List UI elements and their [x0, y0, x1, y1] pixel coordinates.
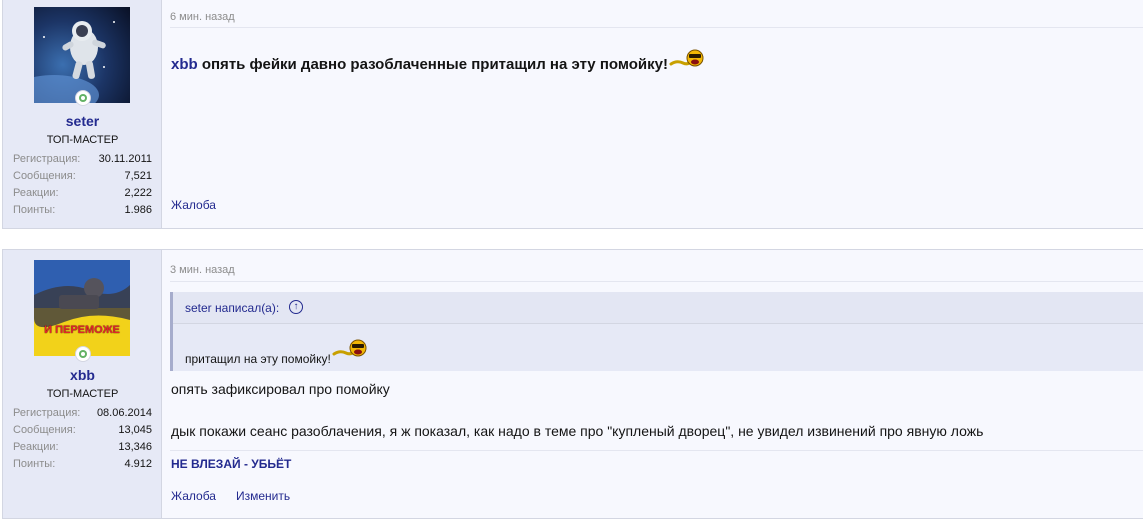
stat-label: Реакции: [13, 441, 59, 453]
stat-value: 1.986 [124, 204, 152, 216]
message-line: опять зафиксировал про помойку [171, 381, 390, 397]
arrow-up-circle-icon[interactable]: ↑ [289, 300, 303, 314]
stat-label: Поинты: [13, 458, 56, 470]
stat-messages: Сообщения: 7,521 [13, 168, 152, 184]
stat-value: 30.11.2011 [98, 153, 152, 165]
post-date[interactable]: 3 мин. назад [170, 264, 235, 276]
user-title: ТОП-МАСТЕР [46, 388, 119, 400]
message-text: опять фейки давно разоблаченные притащил… [197, 56, 668, 73]
stat-label: Регистрация: [13, 407, 81, 419]
quote-text: притащил на эту помойку! [185, 339, 368, 366]
stat-value: 08.06.2014 [96, 407, 152, 419]
stat-value[interactable]: 13,045 [118, 422, 152, 438]
edit-link[interactable]: Изменить [236, 489, 290, 503]
stat-label: Сообщения: [13, 170, 76, 182]
post-header-divider [170, 281, 1143, 282]
stat-label: Сообщения: [13, 424, 76, 436]
flag-avatar-image [34, 260, 130, 356]
quote-author-link[interactable]: seter написал(а): [185, 301, 279, 315]
laughing-smiley-icon [669, 49, 705, 71]
user-info-panel: И ПЕРЕМОЖЕ xbb ТОП-МАСТЕР Регистрация: 0… [3, 250, 162, 518]
stat-reactions: Реакции: 13,346 [13, 439, 152, 455]
stat-reactions: Реакции: 2,222 [13, 185, 152, 201]
online-status-icon [75, 90, 91, 106]
avatar-seter[interactable] [34, 7, 130, 103]
report-link[interactable]: Жалоба [171, 489, 216, 503]
stat-registration: Регистрация: 08.06.2014 [13, 405, 152, 421]
stat-value[interactable]: 7,521 [124, 168, 152, 184]
laughing-smiley-icon [332, 339, 368, 361]
stat-label: Регистрация: [13, 153, 81, 165]
stat-value: 2,222 [124, 187, 152, 199]
user-mention[interactable]: xbb [171, 56, 198, 73]
stat-value: 13,346 [118, 441, 152, 453]
stat-value: 4.912 [124, 458, 152, 470]
user-title: ТОП-МАСТЕР [46, 134, 119, 146]
post-header-divider [170, 27, 1143, 28]
post-message: xbb опять фейки давно разоблаченные прит… [171, 49, 705, 73]
username[interactable]: xbb [3, 367, 162, 383]
user-info-panel: seter ТОП-МАСТЕР Регистрация: 30.11.2011… [3, 0, 162, 228]
quote-block: seter написал(а): ↑ притащил на эту помо… [170, 292, 1143, 371]
stat-registration: Регистрация: 30.11.2011 [13, 151, 152, 167]
report-link[interactable]: Жалоба [171, 198, 216, 212]
user-signature: НЕ ВЛЕЗАЙ - УБЬЁТ [171, 457, 292, 471]
online-status-icon [75, 346, 91, 362]
quote-text-content: притащил на эту помойку! [185, 352, 331, 366]
stat-label: Реакции: [13, 187, 59, 199]
stat-label: Поинты: [13, 204, 56, 216]
avatar-xbb[interactable]: И ПЕРЕМОЖЕ [34, 260, 130, 356]
quote-header: seter написал(а): ↑ [173, 292, 1143, 324]
stat-points: Поинты: 4.912 [13, 456, 152, 472]
username[interactable]: seter [3, 113, 162, 129]
message-line: дык покажи сеанс разоблачения, я ж показ… [171, 423, 984, 439]
avatar-caption: И ПЕРЕМОЖЕ [44, 324, 120, 336]
post-seter: seter ТОП-МАСТЕР Регистрация: 30.11.2011… [2, 0, 1143, 229]
stat-messages: Сообщения: 13,045 [13, 422, 152, 438]
post-date[interactable]: 6 мин. назад [170, 11, 235, 23]
astronaut-avatar-image [34, 7, 130, 103]
stat-points: Поинты: 1.986 [13, 202, 152, 218]
signature-divider [170, 450, 1143, 451]
